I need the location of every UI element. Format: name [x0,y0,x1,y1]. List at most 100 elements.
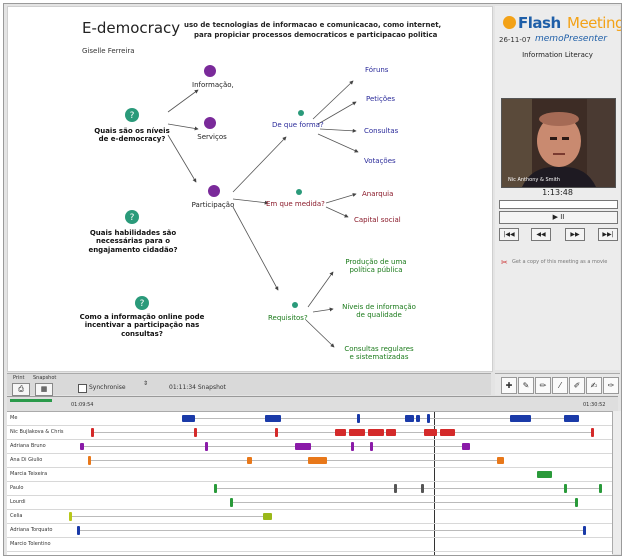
node-consultas-regulares: Consultas regulares e sistematizadas [344,345,414,362]
question-levels: Quais são os níveis de e-democracy? [94,127,170,144]
node-requisitos: Requisitos? [268,314,308,322]
speaking-segment[interactable] [496,457,505,464]
speaking-segment[interactable] [563,415,580,422]
speaking-segment[interactable] [386,429,397,436]
timeline-row[interactable]: Me [7,412,612,426]
speaking-segment[interactable] [582,526,586,535]
speaking-segment[interactable] [367,429,384,436]
eraser-tool-icon[interactable]: ✑ [603,377,619,394]
timeline-participant-name: Celia [10,513,23,519]
marker-tool-icon[interactable]: ✐ [569,377,585,394]
speaking-segment[interactable] [427,414,431,423]
speaking-segment[interactable] [370,442,374,451]
flashmeeting-logo-icon [503,16,516,29]
speaking-segment[interactable] [214,484,218,493]
speaking-segment[interactable] [598,484,602,493]
timeline-row[interactable]: Lourdi [7,496,612,510]
speaking-segment[interactable] [335,429,347,436]
skip-back-button[interactable]: |◀◀ [499,228,519,241]
speaking-segment[interactable] [77,526,81,535]
speaking-segment[interactable] [405,415,414,422]
speaking-segment[interactable] [90,428,94,437]
speaking-segment[interactable] [230,498,234,507]
speaking-segment[interactable] [274,428,278,437]
speaking-segment[interactable] [79,443,85,450]
speaking-segment[interactable] [262,513,273,520]
node-consultas: Consultas [364,127,399,135]
playback-progress-bar[interactable] [499,200,618,209]
fast-forward-button[interactable]: ▶▶ [565,228,585,241]
speaking-segment[interactable] [461,443,471,450]
timeline-row[interactable]: Ana Di Giulio [7,454,612,468]
svg-text:?: ? [140,299,145,309]
synchronise-checkbox[interactable] [78,384,87,393]
snapshot-button[interactable]: ▦ [35,383,53,396]
timeline-scrollbar[interactable] [612,411,621,554]
speaking-segment[interactable] [416,415,421,422]
node-niveis-informacao: Níveis de informação de qualidade [342,303,416,320]
download-movie-link[interactable]: ✂ Get a copy of this meeting as a movie [501,257,618,267]
stepper-arrows-icon[interactable]: ⇕ [143,380,148,387]
speaking-segment[interactable] [563,484,567,493]
speaking-segment[interactable] [246,457,252,464]
synchronise-label: Synchronise [89,384,126,391]
timeline-row[interactable]: Paulo [7,482,612,496]
speaking-segment[interactable] [308,457,328,464]
speaking-segment[interactable] [356,414,360,423]
timeline-row[interactable]: Marcio Tolentino [7,538,612,552]
speaking-segment[interactable] [348,429,365,436]
speaking-segment[interactable] [537,471,553,478]
meeting-date: 26-11-07 [499,36,531,44]
participant-presence-line [181,418,564,419]
slide-subtitle-line2: para propiciar processos democraticos e … [194,31,438,39]
print-button[interactable]: ⎙ [12,383,30,396]
pen-tool-icon[interactable]: ✎ [518,377,534,394]
logo-flash-text: Flash [518,14,561,32]
logo-meeting-text: Meeting [567,14,622,32]
speaker-timeline[interactable]: Me Nic Bujlakova & Chris Adriana Bruno Ana … [7,411,612,555]
play-pause-button[interactable]: ▶ II [499,211,618,224]
speaking-segment[interactable] [181,415,196,422]
timeline-row[interactable]: Nic Bujlakova & Chris [7,426,612,440]
timeline-row[interactable]: Adriana Torquato [7,524,612,538]
node-votacoes: Votações [364,157,396,165]
node-peticoes: Petições [366,95,396,103]
brush-tool-icon[interactable]: ✍ [586,377,602,394]
speaking-segment[interactable] [351,442,355,451]
pointer-tool-icon[interactable]: ✚ [501,377,517,394]
print-label: Print [13,375,25,381]
node-informacao: Informação, [192,81,234,89]
question-information: Como a informação online pode incentivar … [79,313,205,338]
download-movie-text: Get a copy of this meeting as a movie [512,259,608,265]
timeline-participant-name: Paulo [10,485,24,491]
speaking-segment[interactable] [424,429,437,436]
speaking-segment[interactable] [193,428,197,437]
right-panel: Flash Meeting 26-11-07 memoPresenter Inf… [495,6,622,370]
presentation-slide: ? ? ? E-democracy Giselle Ferreira uso d… [7,6,493,372]
slide-subtitle-line1: uso de tecnologias de informacao e comun… [184,21,442,29]
node-em-que-medida: Em que medida? [266,200,325,208]
rewind-button[interactable]: ◀◀ [531,228,551,241]
speaking-segment[interactable] [574,498,578,507]
speaking-segment[interactable] [69,512,73,521]
node-servicos: Serviços [197,133,227,141]
speaking-segment[interactable] [510,415,531,422]
question-skills: Quais habilidades são necessárias para oe… [88,229,178,254]
highlighter-tool-icon[interactable]: ⁄ [552,377,568,394]
video-panel[interactable]: Nic Anthony & Smith [501,98,616,188]
speaking-segment[interactable] [204,442,208,451]
speaking-segment[interactable] [294,443,312,450]
pencil-tool-icon[interactable]: ✏ [535,377,551,394]
speaking-segment[interactable] [265,415,282,422]
node-anarquia: Anarquia [362,190,394,198]
timeline-row[interactable]: Celia [7,510,612,524]
speaking-segment[interactable] [87,456,91,465]
speaking-segment[interactable] [440,429,456,436]
timeline-row[interactable]: Adriana Bruno [7,440,612,454]
speaking-segment[interactable] [590,428,594,437]
timeline-end-time: 01:30:52 [583,402,606,408]
timeline-row[interactable]: Marcia Teixeira [7,468,612,482]
skip-forward-button[interactable]: ▶▶| [598,228,618,241]
speaking-segment[interactable] [421,484,425,493]
timeline-header: 01:09:54 01:30:52 [7,396,618,411]
